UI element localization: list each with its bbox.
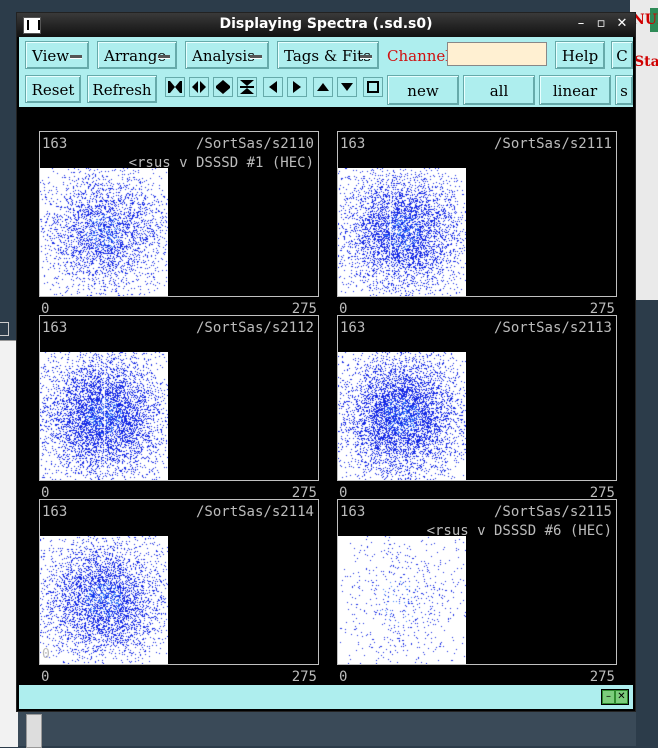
spectrum-panel-s2112[interactable]: 163 /SortSas/s2112	[39, 315, 319, 481]
spectrum-plot[interactable]	[338, 536, 466, 664]
left-arrow-icon[interactable]	[263, 77, 283, 97]
channel-label: Channel:	[387, 47, 456, 65]
spectrum-plot[interactable]	[40, 352, 168, 480]
spectrum-count: 163	[340, 504, 366, 520]
menu-bar: View Arrange Analysis Tags & Fits Channe…	[19, 37, 633, 107]
collapse-vertical-icon[interactable]	[237, 77, 257, 97]
analysis-menu-label: Analysis	[192, 47, 255, 65]
spectrum-panel-s2113[interactable]: 163 /SortSas/s2113	[337, 315, 617, 481]
maximize-button[interactable]: ▫	[593, 16, 609, 32]
up-arrow-icon[interactable]	[313, 77, 333, 97]
tags-fits-menu-label: Tags & Fits	[284, 47, 371, 65]
spectrum-x-axis: 0 275	[337, 301, 617, 317]
arrange-menu-label: Arrange	[104, 47, 167, 65]
close-button[interactable]: ✕	[614, 16, 630, 32]
background-red-text-2: Sta	[634, 54, 658, 70]
spectrum-name: /SortSas/s2112	[195, 320, 314, 336]
background-edge-mark	[0, 322, 9, 336]
help-button[interactable]: Help	[555, 41, 605, 69]
minimize-button[interactable]: –	[573, 16, 589, 32]
title-bar[interactable]: Displaying Spectra (.sd.s0) – ▫ ✕	[17, 13, 635, 37]
dropdown-indicator-icon	[70, 55, 82, 58]
analysis-menu[interactable]: Analysis	[185, 41, 269, 69]
background-bottom-strip	[18, 712, 636, 746]
tags-fits-menu[interactable]: Tags & Fits	[277, 41, 379, 69]
spectrum-count: 163	[340, 320, 366, 336]
spectrum-x-axis: 0 275	[337, 485, 617, 501]
arrange-menu[interactable]: Arrange	[97, 41, 177, 69]
linear-button[interactable]: linear	[539, 75, 611, 105]
spectrum-name: /SortSas/s2115	[493, 504, 612, 520]
stop-square-icon[interactable]	[363, 77, 383, 97]
spectrum-panel-s2114[interactable]: 163 /SortSas/s2114 0	[39, 499, 319, 665]
x-axis-max: 275	[291, 669, 317, 685]
dropdown-indicator-icon	[158, 55, 170, 58]
spectrum-plot[interactable]	[338, 352, 466, 480]
channel-input[interactable]	[447, 42, 547, 66]
x-axis-min: 0	[41, 669, 50, 685]
spectrum-name: /SortSas/s2113	[493, 320, 612, 336]
first-icon[interactable]	[165, 77, 185, 97]
spectrum-count: 163	[42, 504, 68, 520]
c-button[interactable]: C	[611, 41, 633, 69]
spectrum-x-axis: 0 275	[39, 669, 319, 685]
spectrum-plot[interactable]	[40, 536, 168, 664]
s-button[interactable]: s	[615, 75, 633, 105]
spectrum-count: 163	[42, 136, 68, 152]
down-arrow-icon[interactable]	[337, 77, 357, 97]
spectrum-count: 163	[42, 320, 68, 336]
x-axis-min: 0	[339, 669, 348, 685]
refresh-button[interactable]: Refresh	[87, 75, 157, 103]
spectra-display-area[interactable]: 163 /SortSas/s2110 <rsus v DSSSD #1 (HEC…	[19, 107, 633, 685]
dropdown-indicator-icon	[250, 55, 262, 58]
spectrum-plot[interactable]	[40, 168, 168, 296]
view-menu-label: View	[32, 47, 70, 65]
spectrum-name: /SortSas/s2110	[195, 136, 314, 152]
spectrum-count: 163	[340, 136, 366, 152]
y-axis-zero: 0	[42, 647, 50, 662]
x-axis-max: 275	[589, 669, 615, 685]
spectrum-panel-s2111[interactable]: 163 /SortSas/s2111	[337, 131, 617, 297]
spectrum-panel-s2110[interactable]: 163 /SortSas/s2110 <rsus v DSSSD #1 (HEC…	[39, 131, 319, 297]
reset-button[interactable]: Reset	[25, 75, 81, 103]
spectrum-x-axis: 0 275	[39, 485, 319, 501]
status-bar: – ✕	[19, 685, 633, 709]
spectra-window: Displaying Spectra (.sd.s0) – ▫ ✕ View A…	[16, 12, 636, 712]
new-button[interactable]: new	[387, 75, 459, 105]
expand-horizontal-icon[interactable]	[189, 77, 209, 97]
spectrum-x-axis: 0 275	[39, 301, 319, 317]
close-icon[interactable]: ✕	[616, 691, 627, 703]
spectrum-panel-s2115[interactable]: 163 /SortSas/s2115 <rsus v DSSSD #6 (HEC…	[337, 499, 617, 665]
spectrum-x-axis: 0 275	[337, 669, 617, 685]
spectrum-name: /SortSas/s2111	[493, 136, 612, 152]
view-menu[interactable]: View	[25, 41, 89, 69]
spectrum-name: /SortSas/s2114	[195, 504, 314, 520]
dropdown-indicator-icon	[360, 55, 372, 58]
window-title: Displaying Spectra (.sd.s0)	[219, 16, 433, 32]
background-scrollbar[interactable]	[26, 714, 42, 748]
all-button[interactable]: all	[463, 75, 535, 105]
expand-vertical-icon[interactable]	[213, 77, 233, 97]
minimize-icon[interactable]: –	[603, 691, 614, 703]
spectrum-plot[interactable]	[338, 168, 466, 296]
right-arrow-icon[interactable]	[287, 77, 307, 97]
window-controls[interactable]: – ✕	[601, 689, 629, 705]
